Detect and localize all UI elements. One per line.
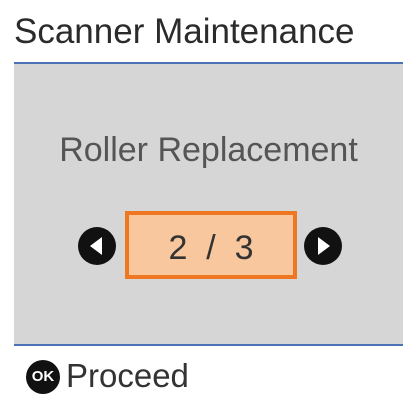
right-arrow-icon[interactable]	[304, 227, 342, 265]
ok-button-icon[interactable]: OK	[26, 360, 60, 394]
scanner-maintenance-screen: Scanner Maintenance Roller Replacement 2…	[0, 0, 403, 404]
page-title: Scanner Maintenance	[14, 12, 355, 51]
page-indicator: 2 / 3	[125, 211, 297, 279]
content-panel: Roller Replacement 2 / 3	[14, 64, 403, 344]
maintenance-item-label: Roller Replacement	[59, 131, 358, 169]
page-counter: 2 / 3	[168, 229, 254, 267]
left-arrow-icon[interactable]	[78, 227, 116, 265]
proceed-label: Proceed	[66, 357, 189, 394]
footer-bar: OK Proceed	[14, 344, 403, 404]
title-bar: Scanner Maintenance	[14, 0, 403, 64]
